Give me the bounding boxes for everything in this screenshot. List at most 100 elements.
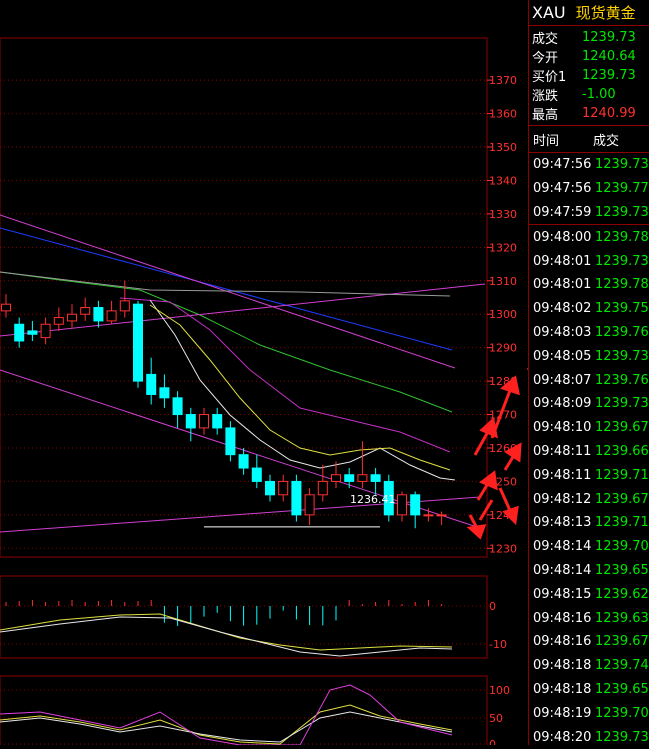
- trend-line-magenta-2: [0, 369, 481, 529]
- tick-time: 09:48:10: [533, 420, 592, 436]
- tick-time: 09:48:14: [533, 539, 592, 555]
- candle: [67, 313, 77, 322]
- y-tick-label: 1320: [489, 241, 517, 254]
- tick-time: 09:48:05: [533, 348, 592, 364]
- macd-dif-line: [0, 613, 453, 651]
- quote-value: 1239.73: [582, 68, 636, 83]
- tick-time: 09:48:20: [533, 729, 592, 745]
- tick-time: 09:48:09: [533, 396, 592, 412]
- quote-panel: XAU 现货黄金 成交 1239.73 今开 1240.64 买价1 1239.73 涨跌 -…: [528, 0, 649, 745]
- candle: [106, 310, 117, 322]
- tick-price: 1239.63: [595, 610, 649, 626]
- candle: [331, 474, 341, 482]
- ticks-header: 时间 成交: [529, 126, 649, 153]
- ma-line-blue: [0, 227, 453, 351]
- tick-time: 09:48:16: [533, 610, 592, 626]
- tick-price: 1239.71: [595, 467, 649, 483]
- candle: [1, 303, 11, 312]
- tick-row: 09:48:02 1239.75: [529, 297, 649, 321]
- y-tick-label: 1230: [489, 542, 517, 555]
- candle: [80, 307, 91, 315]
- candle: [93, 307, 104, 322]
- drawn-arrows: [466, 367, 528, 540]
- candle: [410, 494, 421, 516]
- tick-row: 09:48:16 1239.67: [529, 630, 649, 654]
- quote-row: 涨跌 -1.00: [529, 85, 649, 104]
- tick-row: 09:48:19 1239.70: [529, 701, 649, 725]
- tick-time: 09:48:03: [533, 324, 592, 340]
- kdj-j-line: [0, 684, 453, 745]
- kdj-panel-frame: [0, 675, 488, 745]
- tick-row: 09:48:11 1239.66: [529, 440, 649, 464]
- quote-row: 今开 1240.64: [529, 47, 649, 66]
- y-tick-label: 1310: [489, 275, 517, 288]
- kdj-panel: [0, 684, 453, 745]
- ticks-header-price: 成交: [593, 133, 620, 149]
- tick-row: 09:48:00 1239.78: [529, 224, 649, 249]
- price-annotation: 1236.41: [350, 493, 396, 506]
- quote-summary: 成交 1239.73 今开 1240.64 买价1 1239.73 涨跌 -1.00 最高 124…: [529, 26, 649, 126]
- candle: [317, 480, 328, 496]
- candle: [40, 323, 51, 339]
- quote-value: 1240.64: [582, 49, 636, 64]
- macd-y-tick-label: 0: [489, 600, 496, 613]
- tick-price: 1239.62: [595, 586, 649, 602]
- candle: [238, 454, 249, 469]
- tick-price: 1239.76: [595, 324, 649, 340]
- candle: [119, 300, 130, 312]
- quote-row: 最高 1240.99: [529, 104, 649, 123]
- tick-time: 09:47:56: [533, 181, 592, 197]
- tick-time: 09:48:01: [533, 277, 592, 293]
- kdj-y-tick-label: 100: [489, 684, 510, 697]
- tick-time: 09:48:01: [533, 253, 592, 269]
- symbol-label: XAU: [532, 3, 566, 22]
- quote-value: 1239.73: [582, 30, 636, 45]
- tick-price: 1239.73: [595, 396, 649, 412]
- tick-time: 09:47:59: [533, 204, 592, 220]
- tick-row: 09:48:11 1239.71: [529, 463, 649, 487]
- macd-y-tick-label: -10: [489, 638, 507, 651]
- y-tick-label: 1360: [489, 108, 517, 121]
- tick-time: 09:48:07: [533, 372, 592, 388]
- candle: [14, 323, 25, 342]
- tick-time: 09:48:13: [533, 515, 592, 531]
- tick-row: 09:48:15 1239.62: [529, 582, 649, 606]
- candle: [225, 427, 236, 456]
- candle: [370, 474, 381, 482]
- tick-price: 1239.67: [595, 634, 649, 650]
- candle: [344, 474, 355, 482]
- ticks-header-time: 时间: [533, 133, 560, 149]
- candle: [278, 480, 289, 496]
- tick-time: 09:48:18: [533, 658, 592, 674]
- tick-price: 1239.66: [595, 443, 649, 459]
- kline-chart[interactable]: 1370136013501340133013201310130012901280…: [0, 0, 528, 745]
- quote-label: 买价1: [532, 70, 567, 85]
- tick-price: 1239.77: [595, 181, 649, 197]
- tick-row: 09:48:03 1239.76: [529, 321, 649, 345]
- macd-dea-line: [0, 616, 453, 657]
- candle: [251, 467, 262, 482]
- candle: [436, 514, 447, 517]
- tick-time: 09:47:56: [533, 157, 592, 173]
- quote-label: 最高: [532, 108, 559, 123]
- tick-time: 09:48:02: [533, 301, 592, 317]
- quote-value: -1.00: [582, 87, 616, 102]
- tick-row: 09:48:10 1239.67: [529, 416, 649, 440]
- quote-row: 买价1 1239.73: [529, 66, 649, 85]
- candle: [53, 317, 64, 325]
- tick-row: 09:48:13 1239.71: [529, 511, 649, 535]
- ticks-list[interactable]: 09:47:56 1239.73 09:47:56 1239.77 09:47:59 12…: [529, 153, 649, 749]
- tick-price: 1239.78: [595, 277, 649, 293]
- y-tick-label: 1370: [489, 74, 517, 87]
- y-tick-label: 1330: [489, 208, 517, 221]
- ma-line-magenta: [119, 297, 451, 453]
- candle: [185, 414, 196, 429]
- y-tick-label: 1290: [489, 342, 517, 355]
- quote-header: XAU 现货黄金: [529, 0, 649, 26]
- kdj-y-tick-label: 0: [489, 738, 496, 745]
- tick-row: 09:48:01 1239.73: [529, 249, 649, 273]
- tick-time: 09:48:11: [533, 443, 592, 459]
- tick-row: 09:48:09 1239.73: [529, 392, 649, 416]
- candle: [212, 414, 223, 429]
- tick-price: 1239.73: [595, 157, 649, 173]
